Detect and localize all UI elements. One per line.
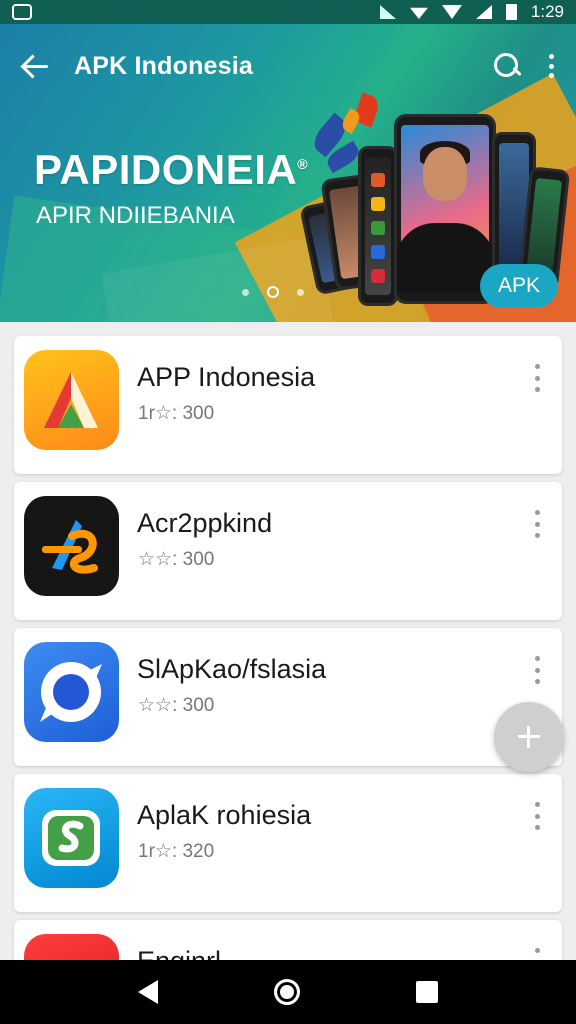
more-vert-icon[interactable] bbox=[532, 364, 542, 392]
toolbar-title: APK Indonesia bbox=[74, 51, 254, 80]
list-item[interactable]: Acr2ppkind ☆☆: 300 bbox=[14, 482, 562, 620]
more-vert-icon[interactable] bbox=[532, 802, 542, 830]
wifi-icon bbox=[409, 7, 428, 19]
status-time: 1:29 bbox=[530, 2, 564, 21]
battery-icon bbox=[505, 4, 517, 20]
app-name: Acr2ppkind bbox=[137, 508, 273, 538]
phone-graphic bbox=[358, 146, 398, 306]
list-item[interactable]: SlApKao/fslasia ☆☆: 300 bbox=[14, 628, 562, 766]
phone-graphic bbox=[394, 114, 496, 304]
nav-back-icon[interactable] bbox=[138, 980, 158, 1004]
app-logo-icon bbox=[42, 520, 98, 574]
more-vert-icon[interactable] bbox=[544, 52, 558, 80]
toolbar: APK Indonesia bbox=[0, 44, 576, 88]
header-banner: APK Indonesia PAPIDONEIA® APIR NDIIEBANI… bbox=[0, 24, 576, 322]
apk-button[interactable]: APK bbox=[480, 264, 558, 308]
carousel-dot[interactable] bbox=[242, 288, 249, 296]
cellular-icon bbox=[441, 5, 462, 19]
navigation-bar bbox=[0, 960, 576, 1024]
app-icon bbox=[24, 350, 119, 450]
app-logo-icon bbox=[44, 372, 98, 428]
carousel-indicator bbox=[242, 286, 304, 298]
app-screen: 1:29 APK Indonesia PAPIDONEIA® APIR NDII… bbox=[0, 0, 576, 1024]
carousel-dot-active[interactable] bbox=[267, 286, 279, 298]
arrow-back-icon[interactable] bbox=[18, 49, 52, 83]
toolbar-actions bbox=[492, 51, 558, 81]
banner-title-text: PAPIDONEIA bbox=[34, 146, 298, 193]
add-icon[interactable] bbox=[494, 702, 564, 772]
app-rating: 1r☆: 320 bbox=[138, 841, 215, 862]
app-name: SlApKao/fslasia bbox=[137, 654, 327, 684]
app-name: AplaK rohiesia bbox=[137, 800, 312, 830]
more-vert-icon[interactable] bbox=[532, 510, 542, 538]
status-icons: 1:29 bbox=[379, 2, 564, 22]
notification-icon bbox=[12, 4, 32, 20]
app-logo-icon bbox=[40, 662, 102, 722]
nav-recents-icon[interactable] bbox=[416, 981, 438, 1003]
app-icon bbox=[24, 496, 119, 596]
list-item[interactable]: APP Indonesia 1r☆: 300 bbox=[14, 336, 562, 474]
registered-mark: ® bbox=[297, 156, 309, 172]
app-rating: ☆☆: 300 bbox=[138, 695, 215, 716]
banner-title: PAPIDONEIA® bbox=[34, 146, 308, 194]
list-item[interactable]: AplaK rohiesia 1r☆: 320 bbox=[14, 774, 562, 912]
search-icon[interactable] bbox=[492, 51, 522, 81]
more-vert-icon[interactable] bbox=[532, 656, 542, 684]
app-rating: 1r☆: 300 bbox=[138, 403, 215, 424]
nav-home-icon[interactable] bbox=[274, 979, 300, 1005]
app-icon bbox=[24, 788, 119, 888]
banner-subtitle: APIR NDIIEBANIA bbox=[36, 202, 235, 229]
carousel-dot[interactable] bbox=[297, 288, 304, 296]
app-rating: ☆☆: 300 bbox=[138, 549, 215, 570]
app-logo-icon bbox=[42, 810, 100, 866]
signal-strength-icon bbox=[475, 5, 492, 19]
signal-icon bbox=[379, 5, 396, 19]
app-icon bbox=[24, 642, 119, 742]
app-name: APP Indonesia bbox=[137, 362, 316, 392]
status-bar: 1:29 bbox=[0, 0, 576, 24]
